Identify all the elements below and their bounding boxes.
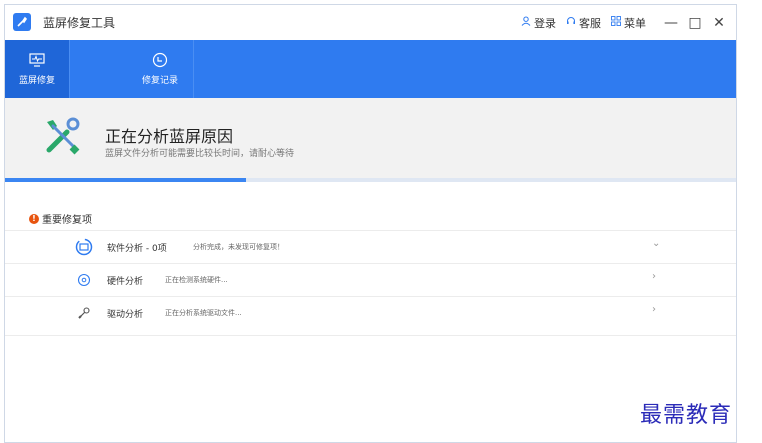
nav-divider — [193, 40, 194, 98]
software-icon — [75, 238, 93, 256]
list-divider — [5, 335, 736, 336]
hardware-icon — [75, 271, 93, 289]
driver-icon — [75, 304, 93, 322]
login-button[interactable]: 登录 — [521, 15, 556, 31]
headset-icon — [566, 16, 576, 29]
chevron-down-icon[interactable]: ⌄ — [652, 238, 660, 249]
minimize-button[interactable]: — — [664, 15, 678, 31]
analysis-title: 正在分析蓝屏原因 — [105, 127, 234, 146]
analysis-progress-bar — [5, 178, 736, 182]
chevron-right-icon[interactable]: › — [652, 304, 656, 315]
wrench-logo-icon — [13, 13, 31, 31]
item-label: 硬件分析 — [107, 277, 144, 287]
nav-bar: 蓝屏修复 修复记录 — [5, 40, 736, 98]
record-shield-icon — [151, 52, 169, 67]
tools-icon — [43, 116, 83, 156]
title-bar: 蓝屏修复工具 登录 客服 菜单 — □ ✕ — [5, 5, 736, 41]
nav-divider — [69, 40, 70, 98]
item-label: 软件分析 - 0项 — [107, 244, 167, 254]
item-label: 驱动分析 — [107, 310, 144, 320]
item-status: 正在分析系统驱动文件... — [165, 309, 242, 317]
watermark-text: 最需教育 — [640, 403, 733, 428]
tab-bluescreen-repair[interactable]: 蓝屏修复 — [5, 40, 69, 98]
maximize-button[interactable]: □ — [688, 15, 702, 31]
tab-label: 修复记录 — [141, 75, 178, 86]
item-status: 正在检测系统硬件... — [165, 276, 228, 284]
list-item-software-analysis[interactable]: 软件分析 - 0项 分析完成，未发现可修复项！ ⌄ — [5, 230, 736, 263]
list-item-driver-analysis[interactable]: 驱动分析 正在分析系统驱动文件... › — [5, 296, 736, 329]
section-heading: ! 重要修复项 — [29, 211, 92, 226]
section-title: 重要修复项 — [42, 215, 92, 226]
app-title: 蓝屏修复工具 — [43, 16, 116, 30]
chevron-right-icon[interactable]: › — [652, 271, 656, 282]
login-label: 登录 — [534, 16, 556, 30]
support-button[interactable]: 客服 — [566, 15, 601, 31]
support-label: 客服 — [579, 16, 601, 30]
progress-fill — [5, 178, 247, 182]
monitor-pulse-icon — [28, 52, 46, 67]
tab-repair-history[interactable]: 修复记录 — [127, 40, 193, 98]
list-item-hardware-analysis[interactable]: 硬件分析 正在检测系统硬件... › — [5, 263, 736, 296]
warning-icon: ! — [29, 213, 39, 224]
item-status: 分析完成，未发现可修复项！ — [193, 243, 284, 251]
grid-menu-icon — [611, 16, 621, 29]
tab-label: 蓝屏修复 — [18, 75, 55, 86]
close-button[interactable]: ✕ — [712, 15, 726, 31]
menu-label: 菜单 — [624, 16, 646, 30]
menu-button[interactable]: 菜单 — [611, 15, 646, 31]
analysis-subtitle: 蓝屏文件分析可能需要比较长时间，请耐心等待 — [105, 149, 295, 159]
app-window: 蓝屏修复工具 登录 客服 菜单 — □ ✕ 蓝屏修复 修复记录 正在分析蓝屏原因… — [4, 4, 737, 443]
user-icon — [521, 16, 531, 29]
titlebar-actions: 登录 客服 菜单 — □ ✕ — [521, 5, 726, 40]
